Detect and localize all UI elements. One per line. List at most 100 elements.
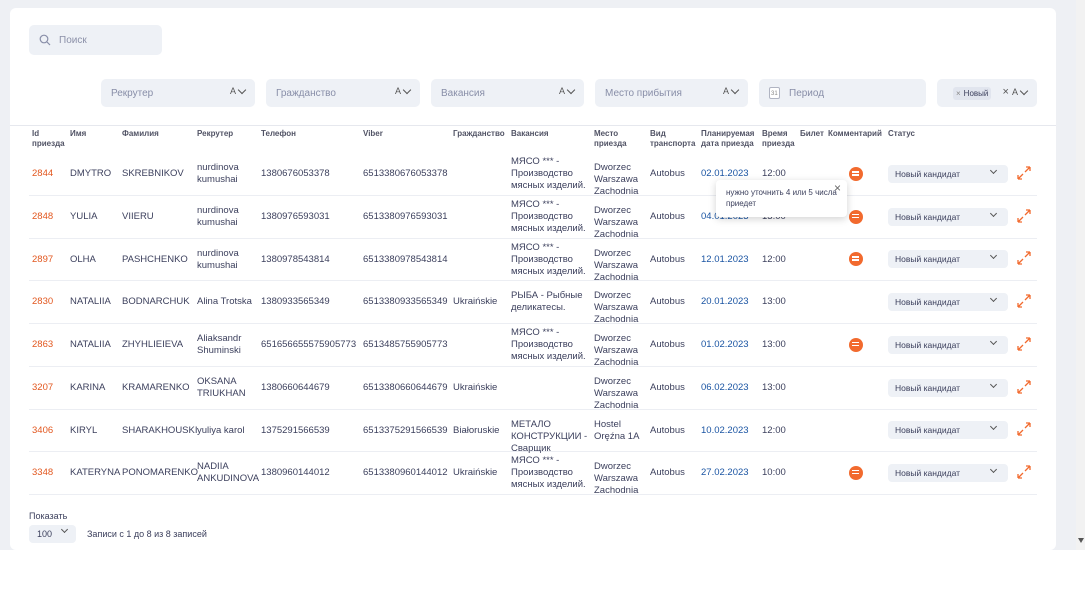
arrival-place-filter[interactable]: Место прибытия A (595, 79, 748, 107)
col-header-first-name[interactable]: Имя (70, 129, 86, 139)
cell-time: 13:00 (762, 339, 786, 351)
recruiter-filter[interactable]: Рекрутер A (101, 79, 255, 107)
cell-first-name: YULIA (70, 211, 98, 223)
chevron-down-icon (989, 166, 998, 175)
status-select[interactable]: Новый кандидат (888, 165, 1008, 183)
page-scrollbar[interactable] (1076, 0, 1085, 550)
cell-vacancy: МЯСО *** - Производство мясных изделий. (511, 241, 586, 277)
col-header-citizenship[interactable]: Гражданство (453, 129, 505, 139)
cell-recruiter: nurdinova kumushai (197, 162, 239, 186)
vacancy-filter-label: Вакансия (441, 87, 485, 99)
cell-viber: 6513380960144012 (363, 467, 448, 479)
col-header-vacancy[interactable]: Вакансия (511, 129, 549, 139)
col-header-last-name[interactable]: Фамилия (122, 129, 159, 139)
close-icon[interactable]: × (834, 182, 841, 194)
col-header-status[interactable]: Статус (888, 129, 915, 139)
comment-icon[interactable] (849, 465, 863, 480)
status-select[interactable]: Новый кандидат (888, 293, 1008, 312)
col-header-viber[interactable]: Viber (363, 129, 383, 139)
comment-icon[interactable] (849, 252, 863, 267)
clear-icon[interactable]: × (1003, 86, 1009, 98)
col-header-recruiter[interactable]: Рекрутер (197, 129, 233, 139)
cell-id[interactable]: 3348 (32, 467, 66, 479)
translate-icon: A (722, 86, 729, 96)
status-select[interactable]: Новый кандидат (888, 421, 1008, 440)
cell-recruiter: nurdinova kumushai (197, 205, 239, 229)
cell-id[interactable]: 2848 (32, 211, 66, 223)
chevron-down-icon (989, 337, 998, 345)
cell-phone: 651656655575905773 (261, 339, 357, 351)
cell-first-name: NATALIIA (70, 296, 111, 308)
table-row[interactable]: 3406 KIRYL SHARAKHOUSKI yuliya karol 1375291… (29, 409, 1037, 454)
cell-id[interactable]: 2844 (32, 168, 66, 180)
period-filter[interactable]: 31 Период (759, 79, 926, 107)
status-select[interactable]: Новый кандидат (888, 463, 1008, 482)
cell-recruiter: NADIIA ANKUDINOVA (197, 461, 260, 485)
cell-id[interactable]: 2897 (32, 254, 66, 266)
page-size-select[interactable]: 100 (29, 525, 76, 543)
cell-phone: 1380976593031 (261, 211, 330, 223)
status-select[interactable]: Новый кандидат (888, 207, 1008, 226)
tag-remove-icon[interactable]: × (956, 89, 961, 98)
comment-icon[interactable] (849, 337, 863, 352)
expand-action-icon[interactable] (1017, 337, 1031, 351)
col-header-time[interactable]: Время приезда (762, 129, 798, 149)
cell-citizenship: Ukraińskie (453, 381, 498, 393)
table-row[interactable]: 2863 NATALIIA ZHYHLIEIEVA Aliaksandr Shumin… (29, 324, 1037, 369)
cell-viber: 6513375291566539 (363, 424, 448, 436)
table-row[interactable]: 2844 DMYTRO SKREBNIKOV nurdinova kumushai 13… (29, 153, 1037, 197)
expand-action-icon[interactable] (1017, 379, 1031, 394)
col-header-planned-date[interactable]: Планируемая дата приезда (701, 129, 759, 149)
cell-last-name: SKREBNIKOV (122, 168, 184, 180)
expand-action-icon[interactable] (1017, 166, 1031, 180)
comment-icon[interactable] (849, 209, 863, 224)
status-select[interactable]: Новый кандидат (888, 378, 1008, 397)
chevron-down-icon (989, 423, 998, 431)
search-box[interactable] (29, 25, 162, 55)
cell-planned-date: 10.02.2023 (701, 424, 749, 436)
status-tag[interactable]: × Новый (953, 86, 992, 100)
show-label: Показать (29, 511, 68, 521)
col-header-arrival-place[interactable]: Место приезда (594, 129, 634, 149)
cell-transport: Autobus (650, 211, 685, 223)
col-header-ticket[interactable]: Билет (800, 129, 824, 139)
col-header-phone[interactable]: Телефон (261, 129, 296, 139)
cell-id[interactable]: 2830 (32, 296, 66, 308)
chevron-down-icon (566, 85, 576, 94)
cell-transport: Autobus (650, 168, 685, 180)
expand-action-icon[interactable] (1017, 251, 1031, 266)
scroll-down-arrow-icon[interactable] (1078, 538, 1084, 543)
cell-time: 13:00 (762, 296, 786, 308)
arrival-place-filter-label: Место прибытия (605, 87, 682, 99)
table-row[interactable]: 2830 NATALIIA BODNARCHUK Alina Trotska 13809… (29, 281, 1037, 325)
table-row[interactable]: 2848 YULIA VIIERU nurdinova kumushai 1380976… (29, 196, 1037, 240)
expand-action-icon[interactable] (1017, 294, 1031, 308)
cell-transport: Autobus (650, 424, 685, 436)
col-header-transport[interactable]: Вид транспорта (650, 129, 700, 149)
col-header-id[interactable]: Id приезда (32, 129, 68, 149)
table-row[interactable]: 3348 KATERYNA PONOMARENKO NADIIA ANKUDINOVA… (29, 452, 1037, 496)
status-select[interactable]: Новый кандидат (888, 250, 1008, 269)
table-row[interactable]: 2897 OLHA PASHCHENKO nurdinova kumushai 1380… (29, 238, 1037, 283)
citizenship-filter[interactable]: Гражданство A (266, 79, 420, 107)
status-filter[interactable]: × Новый × A (937, 79, 1037, 107)
cell-arrival-place: Dworzec Warszawa Zachodnia (594, 333, 639, 369)
vacancy-filter[interactable]: Вакансия A (431, 79, 584, 107)
col-header-comment[interactable]: Комментарий (828, 129, 882, 139)
recruiter-filter-label: Рекрутер (111, 87, 154, 99)
cell-time: 12:00 (762, 253, 786, 265)
search-input[interactable] (59, 34, 159, 46)
cell-id[interactable]: 2863 (32, 339, 66, 351)
status-select[interactable]: Новый кандидат (888, 335, 1008, 354)
expand-action-icon[interactable] (1017, 422, 1031, 436)
cell-id[interactable]: 3207 (32, 382, 66, 394)
cell-recruiter: nurdinova kumushai (197, 247, 239, 271)
cell-last-name: BODNARCHUK (122, 296, 190, 308)
cell-vacancy: МЯСО *** - Производство мясных изделий. (511, 455, 586, 491)
calendar-icon: 31 (769, 87, 780, 99)
table-row[interactable]: 3207 KARINA KRAMARENKO OKSANA TRIUKHAN 13806… (29, 367, 1037, 411)
cell-id[interactable]: 3406 (32, 425, 66, 437)
expand-action-icon[interactable] (1017, 209, 1031, 223)
expand-action-icon[interactable] (1017, 465, 1031, 479)
comment-icon[interactable] (849, 167, 863, 181)
